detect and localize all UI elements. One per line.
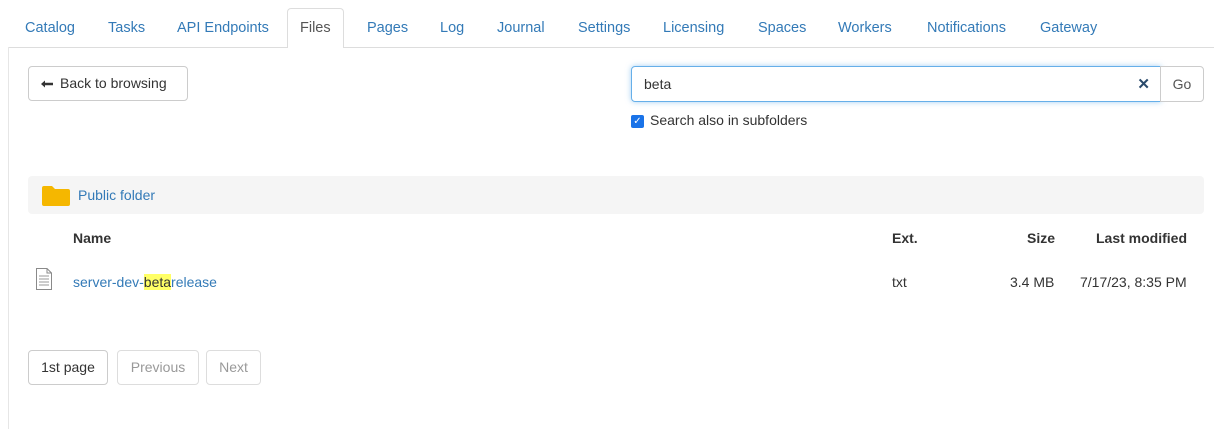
- file-name-suffix: release: [171, 274, 217, 290]
- file-name-link[interactable]: server-dev-betarelease: [73, 274, 217, 290]
- tab-journal[interactable]: Journal: [484, 8, 558, 46]
- tab-api-endpoints[interactable]: API Endpoints: [164, 8, 282, 46]
- folder-breadcrumb: Public folder: [28, 176, 1204, 214]
- column-header-last-modified[interactable]: Last modified: [1096, 230, 1187, 246]
- column-header-ext[interactable]: Ext.: [892, 230, 918, 246]
- file-ext: txt: [892, 274, 907, 290]
- search-box: ✕: [631, 66, 1161, 102]
- tab-tasks[interactable]: Tasks: [95, 8, 158, 46]
- tab-catalog[interactable]: Catalog: [12, 8, 88, 46]
- tab-pages[interactable]: Pages: [354, 8, 421, 46]
- previous-page-button[interactable]: Previous: [117, 350, 199, 385]
- content-border: [8, 47, 9, 429]
- arrow-left-icon: [41, 67, 53, 100]
- subfolders-option: ✓ Search also in subfolders: [631, 111, 807, 129]
- file-name-prefix: server-dev-: [73, 274, 144, 290]
- close-icon[interactable]: ✕: [1137, 75, 1150, 93]
- tab-settings[interactable]: Settings: [565, 8, 643, 46]
- folder-icon: [42, 186, 70, 206]
- tab-workers[interactable]: Workers: [825, 8, 905, 46]
- go-button[interactable]: Go: [1160, 66, 1204, 102]
- tab-spaces[interactable]: Spaces: [745, 8, 819, 46]
- tab-gateway[interactable]: Gateway: [1027, 8, 1110, 46]
- text-file-icon: [36, 268, 52, 290]
- tab-licensing[interactable]: Licensing: [650, 8, 737, 46]
- subfolders-checkbox[interactable]: ✓: [631, 114, 644, 128]
- public-folder-link[interactable]: Public folder: [78, 187, 155, 203]
- column-header-size[interactable]: Size: [1027, 230, 1055, 246]
- back-button-label: Back to browsing: [60, 75, 167, 91]
- next-page-button[interactable]: Next: [206, 350, 261, 385]
- tab-notifications[interactable]: Notifications: [914, 8, 1019, 46]
- tab-files[interactable]: Files: [287, 8, 344, 48]
- tab-log[interactable]: Log: [427, 8, 477, 46]
- column-header-name[interactable]: Name: [73, 230, 111, 246]
- subfolders-label[interactable]: Search also in subfolders: [650, 112, 807, 128]
- file-size: 3.4 MB: [1010, 274, 1055, 290]
- search-input[interactable]: [632, 67, 1136, 101]
- back-to-browsing-button[interactable]: Back to browsing: [28, 66, 188, 101]
- first-page-button[interactable]: 1st page: [28, 350, 108, 385]
- main-tabs: Catalog Tasks API Endpoints Files Pages …: [8, 0, 1214, 48]
- file-last-modified: 7/17/23, 8:35 PM: [1080, 274, 1187, 290]
- search-match-highlight: beta: [143, 274, 172, 290]
